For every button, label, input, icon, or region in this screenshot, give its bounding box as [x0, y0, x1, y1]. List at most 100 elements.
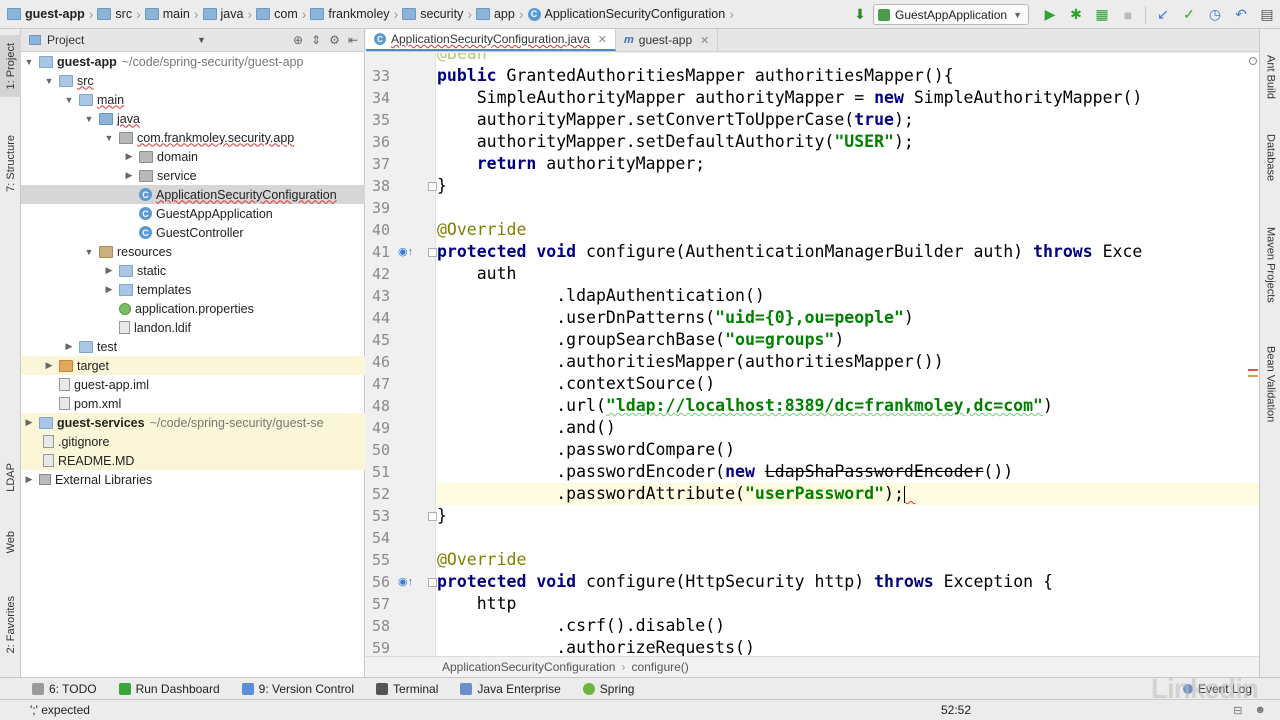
chevron-down-icon[interactable]: ▼	[63, 95, 75, 105]
error-stripe-mark[interactable]	[1248, 369, 1258, 371]
tree-item-readme[interactable]: README.MD	[21, 451, 365, 470]
tool-tab-favorites[interactable]: 2: Favorites	[0, 585, 21, 665]
fold-marker-icon[interactable]	[428, 248, 437, 257]
chevron-right-icon[interactable]: ▶	[103, 284, 115, 295]
hammer-icon[interactable]: ⬇	[849, 4, 871, 26]
breadcrumb-method[interactable]: configure()	[631, 660, 688, 674]
tree-item-service[interactable]: ▶ service	[21, 166, 365, 185]
tab-guest-app[interactable]: m guest-app ✕	[616, 29, 719, 51]
tree-item-target[interactable]: ▶ target	[21, 356, 365, 375]
close-icon[interactable]: ✕	[700, 34, 709, 47]
override-marker-icon[interactable]: ◉↑	[398, 245, 413, 258]
tool-tab-bean-validation[interactable]: Bean Validation	[1260, 335, 1280, 433]
tree-item-package[interactable]: ▼ com.frankmoley.security.app	[21, 128, 365, 147]
breadcrumb-class[interactable]: ApplicationSecurityConfiguration	[442, 660, 615, 674]
chevron-down-icon[interactable]: ▼	[83, 114, 95, 124]
lock-icon[interactable]: ⊟	[1233, 704, 1242, 717]
tool-tab-ldap[interactable]: LDAP	[0, 457, 21, 497]
chevron-right-icon[interactable]: ▶	[23, 417, 35, 428]
code-editor[interactable]: 33 34 35 36 37 38 39 40 41 42 43 44 45 4…	[366, 53, 1259, 656]
chevron-down-icon[interactable]: ▼	[103, 133, 115, 143]
tool-tab-ant-build[interactable]: Ant Build	[1260, 49, 1280, 105]
tree-item-main[interactable]: ▼ main	[21, 90, 365, 109]
stop-icon[interactable]: ■	[1117, 4, 1139, 26]
run-icon[interactable]: ▶	[1039, 4, 1061, 26]
chevron-down-icon[interactable]: ▼	[23, 57, 35, 67]
breadcrumb-src[interactable]: src	[94, 0, 135, 28]
chevron-right-icon[interactable]: ▶	[23, 474, 35, 485]
tree-item-templates[interactable]: ▶ templates	[21, 280, 365, 299]
code-line: .groupSearchBase("ou=groups")	[437, 330, 845, 349]
chevron-right-icon[interactable]: ▶	[123, 151, 135, 162]
tree-item-guestappapplication[interactable]: C GuestAppApplication	[21, 204, 365, 223]
tool-button-run-dashboard[interactable]: Run Dashboard	[118, 682, 220, 696]
breadcrumb-java[interactable]: java	[200, 0, 247, 28]
breadcrumb-com[interactable]: com	[253, 0, 301, 28]
caret-position[interactable]: 52:52	[941, 703, 971, 717]
tool-tab-maven-projects[interactable]: Maven Projects	[1260, 215, 1280, 315]
tree-item-guest-app[interactable]: ▼ guest-app ~/code/spring-security/guest-a…	[21, 52, 365, 71]
close-icon[interactable]: ✕	[598, 33, 607, 46]
inspector-icon[interactable]: ☻	[1254, 704, 1266, 717]
gear-icon[interactable]: ⚙	[329, 33, 340, 47]
vcs-revert-icon[interactable]: ↶	[1230, 4, 1252, 26]
fold-marker-icon[interactable]	[428, 578, 437, 587]
debug-icon[interactable]: ✱	[1065, 4, 1087, 26]
chevron-right-icon[interactable]: ▶	[43, 360, 55, 371]
tree-item-guest-app-iml[interactable]: guest-app.iml	[21, 375, 365, 394]
tree-item-guest-services[interactable]: ▶ guest-services ~/code/spring-security/gu…	[21, 413, 365, 432]
tree-item-applicationsecurityconfiguration[interactable]: C ApplicationSecurityConfiguration	[21, 185, 365, 204]
chevron-down-icon[interactable]: ▼	[197, 35, 206, 45]
tool-button-terminal[interactable]: Terminal	[376, 682, 438, 696]
chevron-right-icon[interactable]: ▶	[103, 265, 115, 276]
run-configuration-select[interactable]: GuestAppApplication ▼	[873, 4, 1029, 25]
code-area[interactable]: @Bean public GrantedAuthoritiesMapper au…	[437, 53, 1259, 656]
tree-item-resources[interactable]: ▼ resources	[21, 242, 365, 261]
tree-item-src[interactable]: ▼ src	[21, 71, 365, 90]
warning-stripe-mark[interactable]	[1248, 375, 1258, 377]
fold-marker-icon[interactable]	[428, 512, 437, 521]
tree-item-test[interactable]: ▶ test	[21, 337, 365, 356]
chevron-down-icon[interactable]: ▼	[43, 76, 55, 86]
settings-icon[interactable]: ▤	[1256, 4, 1278, 26]
chevron-right-icon[interactable]: ▶	[123, 170, 135, 181]
tree-item-domain[interactable]: ▶ domain	[21, 147, 365, 166]
breadcrumb-class[interactable]: C ApplicationSecurityConfiguration	[525, 0, 729, 28]
tree-item-external-libraries[interactable]: ▶ External Libraries	[21, 470, 365, 489]
tool-button-java-enterprise[interactable]: Java Enterprise	[460, 682, 561, 696]
breadcrumb-project[interactable]: guest-app	[4, 0, 88, 28]
tool-tab-web[interactable]: Web	[0, 523, 21, 561]
folder-icon	[29, 35, 41, 45]
editor-error-stripe[interactable]	[1247, 53, 1259, 656]
tool-button-todo[interactable]: 6: TODO	[32, 682, 97, 696]
tool-button-version-control[interactable]: 9: Version Control	[241, 682, 354, 696]
inspection-ok-icon[interactable]	[1249, 57, 1257, 65]
coverage-icon[interactable]: ▦	[1091, 4, 1113, 26]
breadcrumb-app[interactable]: app	[473, 0, 518, 28]
chevron-down-icon[interactable]: ▼	[83, 247, 95, 257]
tree-item-pom-xml[interactable]: pom.xml	[21, 394, 365, 413]
tree-item-guestcontroller[interactable]: C GuestController	[21, 223, 365, 242]
collapse-icon[interactable]: ⇕	[311, 33, 321, 47]
tool-tab-project[interactable]: 1: Project	[0, 35, 21, 97]
chevron-right-icon[interactable]: ▶	[63, 341, 75, 352]
tab-applicationsecurityconfiguration[interactable]: C ApplicationSecurityConfiguration.java …	[366, 29, 616, 51]
vcs-history-icon[interactable]: ◷	[1204, 4, 1226, 26]
tree-item-landon-ldif[interactable]: landon.ldif	[21, 318, 365, 337]
tool-tab-database[interactable]: Database	[1260, 123, 1280, 193]
fold-marker-icon[interactable]	[428, 182, 437, 191]
breadcrumb-frankmoley[interactable]: frankmoley	[307, 0, 392, 28]
tree-item-gitignore[interactable]: .gitignore	[21, 432, 365, 451]
breadcrumb-security[interactable]: security	[399, 0, 466, 28]
tool-button-spring[interactable]: Spring	[582, 682, 634, 696]
tree-item-application-properties[interactable]: application.properties	[21, 299, 365, 318]
vcs-update-icon[interactable]: ↙	[1152, 4, 1174, 26]
tool-tab-structure[interactable]: 7: Structure	[0, 125, 21, 201]
tree-item-static[interactable]: ▶ static	[21, 261, 365, 280]
locate-icon[interactable]: ⊕	[293, 33, 303, 47]
hide-icon[interactable]: ⇤	[348, 33, 358, 47]
override-marker-icon[interactable]: ◉↑	[398, 575, 413, 588]
tree-item-java[interactable]: ▼ java	[21, 109, 365, 128]
breadcrumb-main[interactable]: main	[142, 0, 193, 28]
vcs-commit-icon[interactable]: ✓	[1178, 4, 1200, 26]
